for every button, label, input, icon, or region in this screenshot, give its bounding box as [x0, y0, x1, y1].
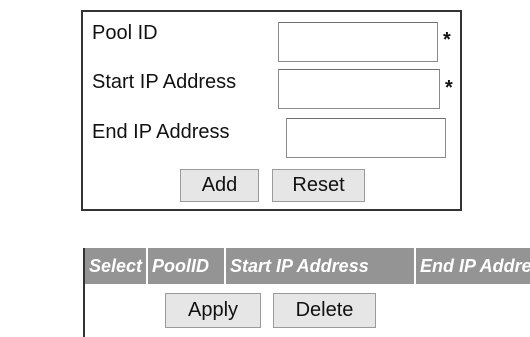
- end-ip-label: End IP Address: [92, 121, 230, 143]
- delete-button[interactable]: Delete: [273, 293, 376, 328]
- start-ip-label: Start IP Address: [92, 71, 237, 93]
- end-ip-input[interactable]: [286, 118, 446, 158]
- pool-list: Select PoolID Start IP Address End IP Ad…: [83, 248, 530, 337]
- pool-form: Pool ID * Start IP Address * End IP Addr…: [81, 10, 462, 211]
- pool-id-required-marker: *: [443, 29, 451, 51]
- column-header-select: Select: [85, 248, 148, 284]
- add-button[interactable]: Add: [180, 169, 259, 202]
- column-header-start-ip: Start IP Address: [226, 248, 416, 284]
- column-header-poolid: PoolID: [148, 248, 226, 284]
- table-header: Select PoolID Start IP Address End IP Ad…: [85, 248, 530, 284]
- start-ip-required-marker: *: [445, 77, 453, 99]
- pool-id-label: Pool ID: [92, 22, 158, 44]
- reset-button[interactable]: Reset: [272, 169, 365, 202]
- pool-id-input[interactable]: [278, 22, 438, 62]
- apply-button[interactable]: Apply: [165, 293, 261, 328]
- column-header-end-ip: End IP Address: [416, 248, 530, 284]
- start-ip-input[interactable]: [278, 69, 440, 109]
